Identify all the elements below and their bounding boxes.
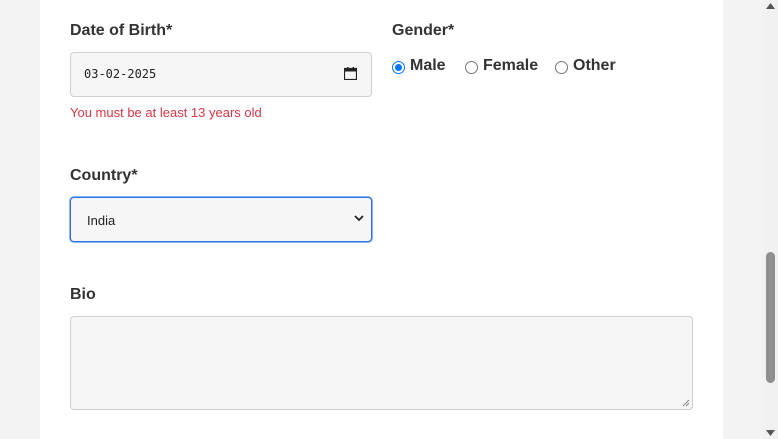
gender-label: Gender* (392, 22, 455, 39)
dob-date-input[interactable]: 03-02-2025 (70, 52, 372, 97)
gender-radio-female[interactable] (465, 61, 478, 74)
scroll-down-icon[interactable] (766, 430, 775, 436)
gender-radio-other[interactable] (555, 61, 568, 74)
country-label: Country* (70, 167, 138, 184)
calendar-icon[interactable] (344, 67, 357, 80)
bio-label: Bio (70, 286, 96, 303)
gender-radio-male[interactable] (392, 61, 405, 74)
scrollbar-thumb[interactable] (766, 252, 775, 383)
country-selected-value: India (87, 213, 116, 228)
scroll-up-icon[interactable] (766, 3, 775, 9)
bio-textarea[interactable] (70, 316, 693, 410)
dob-error-message: You must be at least 13 years old (70, 105, 262, 120)
gender-label-male[interactable]: Male (410, 57, 446, 75)
dob-value: 03-02-2025 (84, 67, 157, 81)
country-select[interactable]: India (70, 197, 372, 242)
dob-label: Date of Birth* (70, 22, 173, 39)
gender-label-other[interactable]: Other (573, 57, 616, 75)
page-scrollbar[interactable] (763, 0, 778, 439)
registration-form-card: Date of Birth* 03-02-2025 You must be at… (40, 0, 723, 439)
chevron-down-icon (354, 215, 364, 222)
resize-grip-icon[interactable] (682, 399, 690, 407)
gender-label-female[interactable]: Female (483, 57, 538, 75)
